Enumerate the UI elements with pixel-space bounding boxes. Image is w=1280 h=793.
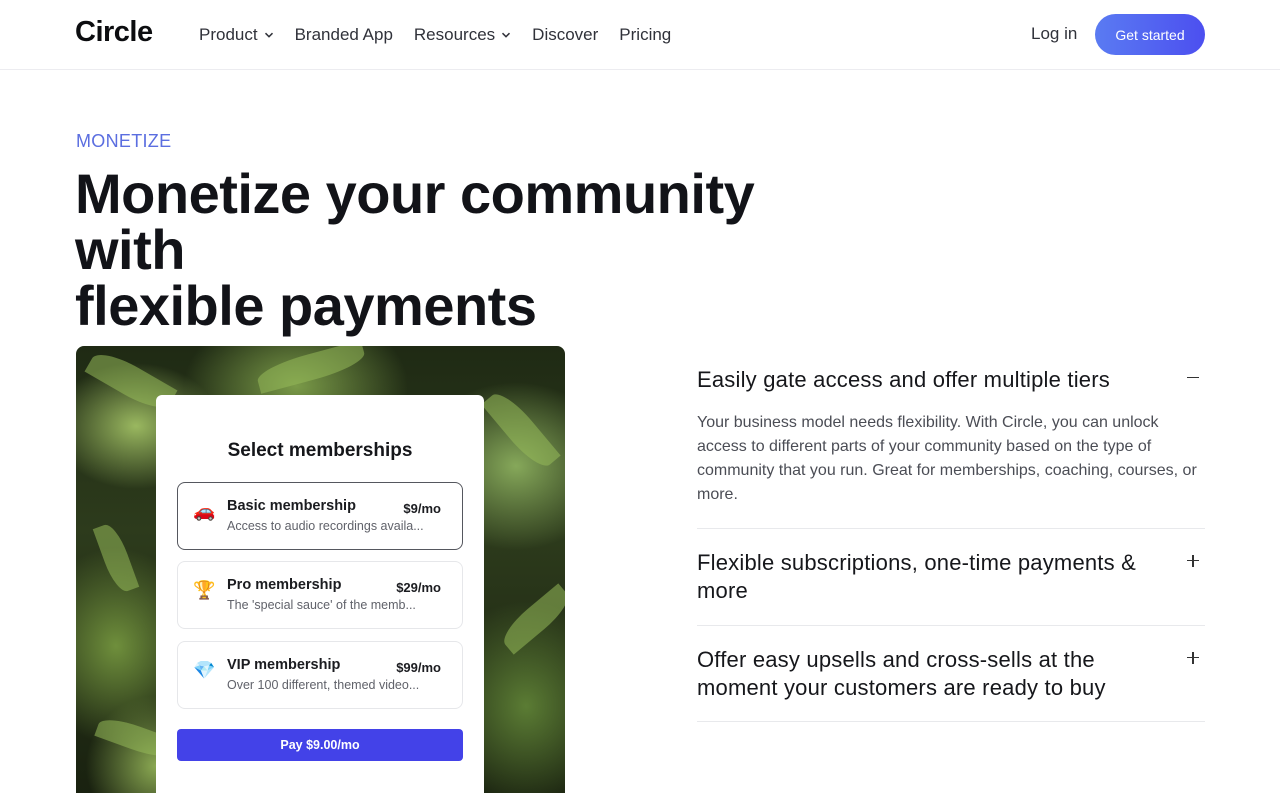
tier-name: Basic membership bbox=[227, 498, 356, 514]
nav-item-label: Branded App bbox=[294, 25, 393, 44]
leaf-decoration bbox=[254, 346, 368, 394]
accordion-title: Flexible subscriptions, one-time payment… bbox=[697, 550, 1137, 603]
membership-card-title: Select memberships bbox=[227, 440, 413, 461]
tier-name: VIP membership bbox=[227, 657, 341, 673]
accordion-title: Easily gate access and offer multiple ti… bbox=[697, 367, 1110, 392]
nav-item-discover[interactable]: Discover bbox=[532, 24, 598, 46]
tier-description: Over 100 different, themed video... bbox=[227, 678, 420, 692]
accordion-item-gate-access: Easily gate access and offer multiple ti… bbox=[697, 366, 1205, 507]
accordion-header[interactable]: Flexible subscriptions, one-time payment… bbox=[697, 549, 1205, 605]
divider bbox=[697, 528, 1205, 529]
accordion-header[interactable]: Easily gate access and offer multiple ti… bbox=[697, 366, 1205, 394]
chevron-down-icon bbox=[264, 32, 273, 38]
tier-option-pro[interactable]: 🏆 Pro membership $29/mo The 'special sau… bbox=[177, 561, 463, 629]
nav-item-product[interactable]: Product bbox=[199, 24, 274, 46]
gem-icon: 💎 bbox=[193, 660, 216, 680]
leaf-decoration bbox=[481, 386, 561, 474]
login-link[interactable]: Log in bbox=[1031, 24, 1077, 44]
tier-name: Pro membership bbox=[227, 577, 342, 593]
accordion-item-flexible-subscriptions: Flexible subscriptions, one-time payment… bbox=[697, 549, 1205, 605]
top-navigation-bar: Circle Product Branded App Resources Dis… bbox=[0, 0, 1280, 70]
nav-item-label: Pricing bbox=[619, 25, 672, 44]
get-started-button[interactable]: Get started bbox=[1095, 14, 1205, 55]
nav-item-pricing[interactable]: Pricing bbox=[619, 24, 671, 46]
nav-item-label: Resources bbox=[413, 25, 496, 44]
tier-price: $99/mo bbox=[396, 660, 441, 675]
pay-button[interactable]: Pay $9.00/mo bbox=[177, 729, 463, 761]
tier-price: $29/mo bbox=[396, 580, 441, 595]
tier-description: The 'special sauce' of the memb... bbox=[227, 598, 416, 612]
tier-price: $9/mo bbox=[403, 501, 441, 516]
chevron-down-icon bbox=[502, 32, 511, 38]
membership-selector-card: Select memberships 🚗 Basic membership $9… bbox=[156, 395, 484, 793]
car-icon: 🚗 bbox=[193, 501, 216, 521]
accordion-title: Offer easy upsells and cross-sells at th… bbox=[697, 647, 1106, 700]
section-eyebrow: MONETIZE bbox=[76, 131, 172, 151]
accordion-item-upsells: Offer easy upsells and cross-sells at th… bbox=[697, 646, 1205, 702]
minus-icon[interactable] bbox=[1185, 370, 1201, 386]
headline-line-1: Monetize your community with bbox=[75, 162, 755, 281]
accordion-body: Your business model needs flexibility. W… bbox=[697, 414, 1197, 503]
circle-logo[interactable]: Circle bbox=[75, 16, 153, 49]
plus-icon[interactable] bbox=[1185, 650, 1201, 666]
nav-item-label: Discover bbox=[532, 25, 599, 44]
nav-item-label: Product bbox=[199, 25, 258, 44]
tier-option-basic[interactable]: 🚗 Basic membership $9/mo Access to audio… bbox=[177, 482, 463, 550]
tier-option-vip[interactable]: 💎 VIP membership $99/mo Over 100 differe… bbox=[177, 641, 463, 709]
tier-description: Access to audio recordings availa... bbox=[227, 519, 424, 533]
leaf-decoration bbox=[92, 521, 140, 595]
page-headline: Monetize your community with flexible pa… bbox=[75, 166, 835, 334]
main-nav: Product Branded App Resources Discover P… bbox=[199, 24, 692, 46]
nav-item-resources[interactable]: Resources bbox=[414, 24, 511, 46]
trophy-icon: 🏆 bbox=[193, 580, 216, 600]
jungle-background-image: Select memberships 🚗 Basic membership $9… bbox=[76, 346, 565, 793]
divider bbox=[697, 721, 1205, 722]
accordion-header[interactable]: Offer easy upsells and cross-sells at th… bbox=[697, 646, 1205, 702]
divider bbox=[697, 625, 1205, 626]
nav-item-branded-app[interactable]: Branded App bbox=[295, 24, 393, 46]
leaf-decoration bbox=[497, 583, 565, 655]
headline-line-2: flexible payments bbox=[75, 274, 537, 337]
plus-icon[interactable] bbox=[1185, 553, 1201, 569]
